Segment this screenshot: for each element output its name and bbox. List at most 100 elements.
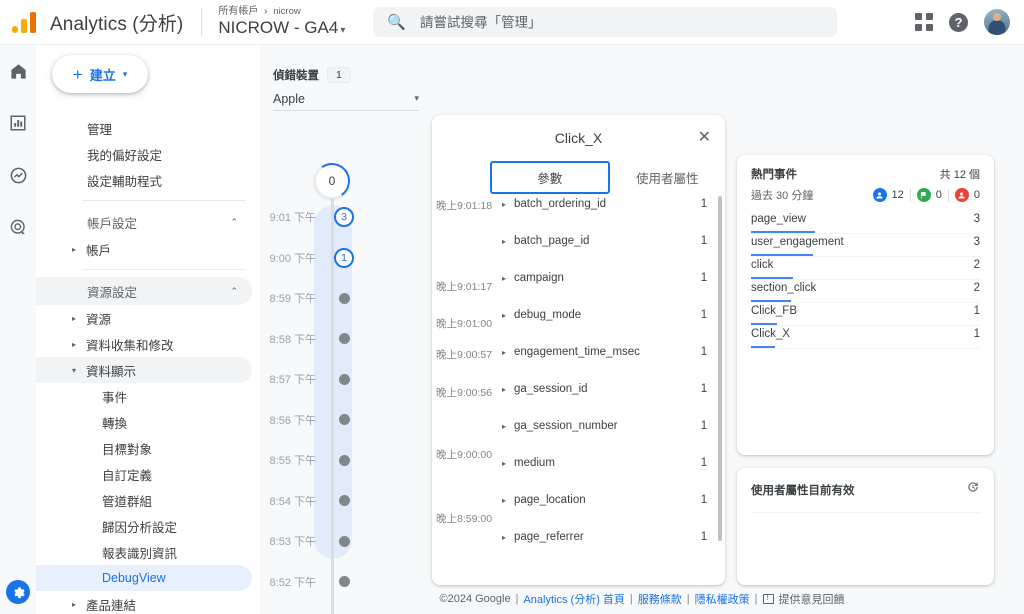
close-icon[interactable]: ✕ [698,130,711,146]
sidebar-group-label: 資源 [86,312,112,327]
triangle-right-icon[interactable]: ▸ [502,496,514,505]
help-icon[interactable]: ? [949,12,968,32]
parameter-row[interactable]: ▸ batch_ordering_id 1 [432,195,725,213]
search-input[interactable] [420,14,824,30]
property-name[interactable]: NICROW - GA4 ▾ [218,19,345,37]
create-button[interactable]: + 建立 ▾ [52,55,148,93]
triangle-right-icon[interactable]: ▸ [502,311,514,320]
sidebar-group-data-display[interactable]: ▾ 資料顯示 [36,357,252,383]
scrollbar[interactable] [718,196,722,541]
sidebar-section-account-settings[interactable]: 帳戶設定 ⌃ [36,208,252,236]
timeline-dot-node[interactable] [338,373,350,385]
history-icon[interactable] [966,480,980,499]
footer-link-home[interactable]: Analytics (分析) 首頁 [523,591,624,607]
parameter-row[interactable]: ▸ engagement_time_msec 1 [432,343,725,361]
timeline-dot-node[interactable] [338,535,350,547]
footer-separator: | [754,593,758,605]
triangle-right-icon[interactable]: ▸ [502,422,514,431]
sidebar-item-reporting-identity[interactable]: 報表識別資訊 [36,539,252,565]
sidebar-item-custom-definitions[interactable]: 自訂定義 [36,461,252,487]
debug-device-select[interactable]: Apple ▾ [273,87,419,111]
sidebar-group-product-links[interactable]: ▸ 產品連結 [36,591,252,614]
timeline-dot-node[interactable] [338,414,350,425]
feedback-button[interactable]: 提供意見回饋 [762,591,845,607]
sidebar-item-admin[interactable]: 管理 [36,115,252,141]
errors-badge: 0 [954,188,980,202]
timeline-row[interactable]: 9:00 下午 1 [260,247,432,268]
sidebar-item-audiences[interactable]: 目標對象 [36,435,252,461]
advertising-icon[interactable] [6,215,30,239]
sidebar-item-events[interactable]: 事件 [36,383,252,409]
sidebar-group-data-collection[interactable]: ▸ 資料收集和修改 [36,331,252,357]
timeline-dot-node[interactable] [338,495,350,506]
top-event-row[interactable]: user_engagement 3 [751,234,980,257]
timeline-node-wrapper [326,495,362,506]
sidebar-item-setup-assistant[interactable]: 設定輔助程式 [36,167,252,193]
badge-count: 0 [935,189,942,201]
parameter-row[interactable]: ▸ page_location 1 [432,491,725,509]
triangle-right-icon[interactable]: ▸ [502,348,514,357]
timeline-row[interactable]: 8:54 下午 [260,491,432,511]
timeline-row[interactable]: 8:59 下午 [260,288,432,308]
reports-icon[interactable] [6,111,30,135]
parameter-row[interactable]: ▸ batch_page_id 1 [432,232,725,250]
parameter-row[interactable]: ▸ medium 1 [432,454,725,472]
parameter-row[interactable]: ▸ page_referrer 1 [432,528,725,546]
avatar[interactable] [984,9,1010,35]
sidebar-section-property-settings[interactable]: 資源設定 ⌃ [36,277,252,305]
timeline-row[interactable]: 8:53 下午 [260,531,432,551]
parameter-row[interactable]: ▸ campaign 1 [432,269,725,287]
timeline-row[interactable]: 8:57 下午 [260,369,432,389]
sidebar-item-conversions[interactable]: 轉換 [36,409,252,435]
timeline-row[interactable]: 8:55 下午 [260,450,432,470]
triangle-right-icon[interactable]: ▸ [502,459,514,468]
top-event-name: user_engagement [751,236,844,248]
triangle-right-icon[interactable]: ▸ [502,237,514,246]
timeline-node-wrapper [326,373,362,385]
timeline-event-count-node[interactable]: 3 [334,207,354,227]
sidebar-item-label: 管理 [87,122,113,137]
search-bar[interactable]: 🔍 [373,7,838,37]
account-selector[interactable]: 所有帳戶 › nicrow NICROW - GA4 ▾ [218,6,345,37]
top-event-row[interactable]: page_view 3 [751,211,980,234]
triangle-right-icon[interactable]: ▸ [502,385,514,394]
sidebar-group-property[interactable]: ▸ 資源 [36,305,252,331]
sidebar-group-account[interactable]: ▸ 帳戶 [36,236,252,262]
sidebar-item-channel-groups[interactable]: 管道群組 [36,487,252,513]
triangle-right-icon[interactable]: ▸ [502,200,514,209]
timeline-row[interactable]: 8:56 下午 [260,410,432,430]
top-event-row[interactable]: click 2 [751,257,980,280]
gear-icon[interactable] [6,580,30,604]
timeline-row[interactable]: 8:58 下午 [260,329,432,349]
top-events-total: 共 12 個 [939,169,980,181]
top-event-row[interactable]: Click_FB 1 [751,303,980,326]
parameter-row[interactable]: ▸ ga_session_number 1 [432,417,725,435]
tab-label: 參數 [537,172,563,186]
sidebar-item-preferences[interactable]: 我的偏好設定 [36,141,252,167]
timeline-row[interactable]: 9:01 下午 3 [260,207,432,227]
triangle-right-icon[interactable]: ▸ [502,274,514,283]
parameter-row[interactable]: ▸ debug_mode 1 [432,306,725,324]
timeline-seconds-counter: 0 [311,160,353,202]
conversion-flag-icon [916,188,931,202]
timeline-dot-node[interactable] [338,292,350,304]
explore-icon[interactable] [6,163,30,187]
footer-link-terms[interactable]: 服務條款 [638,591,682,607]
tab-parameters[interactable]: 參數 [490,161,610,194]
sidebar-item-attribution-settings[interactable]: 歸因分析設定 [36,513,252,539]
parameter-row[interactable]: ▸ ga_session_id 1 [432,380,725,398]
tab-user-properties[interactable]: 使用者屬性 [610,161,726,194]
top-event-row[interactable]: Click_X 1 [751,326,980,349]
triangle-right-icon: ▸ [72,599,77,609]
sidebar-item-debugview[interactable]: DebugView [36,565,252,591]
home-icon[interactable] [6,59,30,83]
timeline-dot-node[interactable] [338,454,350,466]
parameter-name: batch_ordering_id [514,198,607,210]
top-event-row[interactable]: section_click 2 [751,280,980,303]
timeline-dot-node[interactable] [338,333,350,344]
footer-link-privacy[interactable]: 隱私權政策 [695,591,750,607]
top-events-timeframe: 過去 30 分鐘 [751,190,814,202]
apps-grid-icon[interactable] [915,13,933,31]
triangle-right-icon[interactable]: ▸ [502,533,514,542]
timeline-event-count-node[interactable]: 1 [334,247,354,268]
